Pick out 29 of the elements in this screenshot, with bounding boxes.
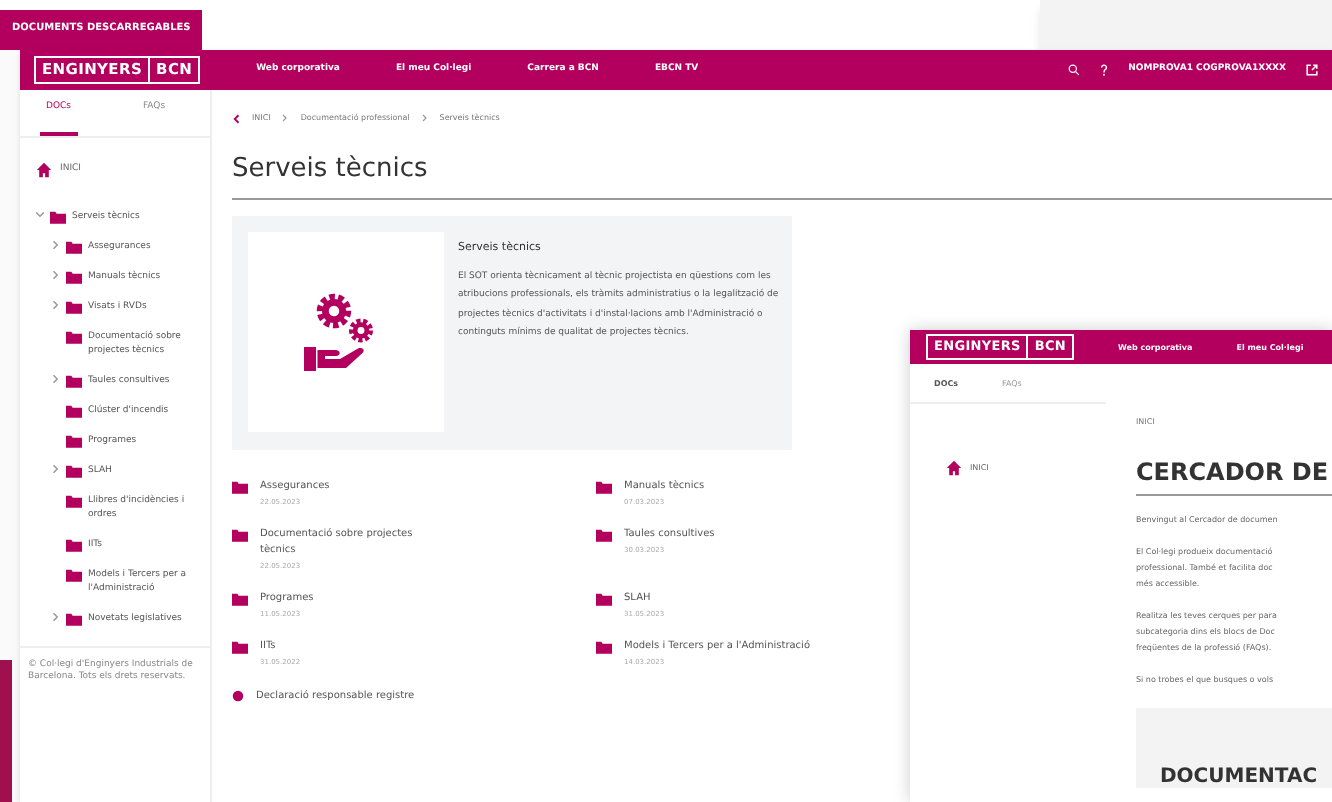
folder-icon — [596, 479, 612, 493]
home-icon — [36, 162, 52, 178]
folder-icon — [232, 527, 248, 542]
external-link-icon[interactable] — [1306, 64, 1318, 76]
sidebar-strip — [0, 660, 12, 802]
caret-icon[interactable] — [35, 211, 45, 219]
folder-icon — [596, 527, 612, 542]
help-icon[interactable] — [1100, 64, 1109, 76]
chevron-icon — [282, 114, 289, 122]
page-title: Serveis tècnics — [232, 150, 1332, 199]
folder-icon — [66, 612, 82, 626]
document-icon — [232, 689, 244, 701]
section-title: DOCUMENTAC — [1160, 766, 1318, 788]
caret-icon[interactable] — [52, 300, 60, 310]
folder-icon — [596, 640, 612, 655]
folder-icon — [596, 592, 612, 606]
page-title: CERCADOR DE — [1136, 454, 1332, 496]
chevron-icon — [421, 114, 428, 122]
caret-icon[interactable] — [52, 464, 60, 474]
home-icon — [946, 460, 962, 476]
caret-icon[interactable] — [52, 612, 60, 622]
caret-icon[interactable] — [52, 270, 60, 280]
folder-icon — [232, 640, 248, 655]
back-icon[interactable] — [232, 113, 240, 123]
folder-icon — [232, 592, 248, 606]
folder-icon — [232, 479, 248, 493]
caret-icon[interactable] — [52, 374, 60, 384]
caret-icon[interactable] — [52, 240, 60, 250]
search-icon[interactable] — [1068, 64, 1081, 76]
